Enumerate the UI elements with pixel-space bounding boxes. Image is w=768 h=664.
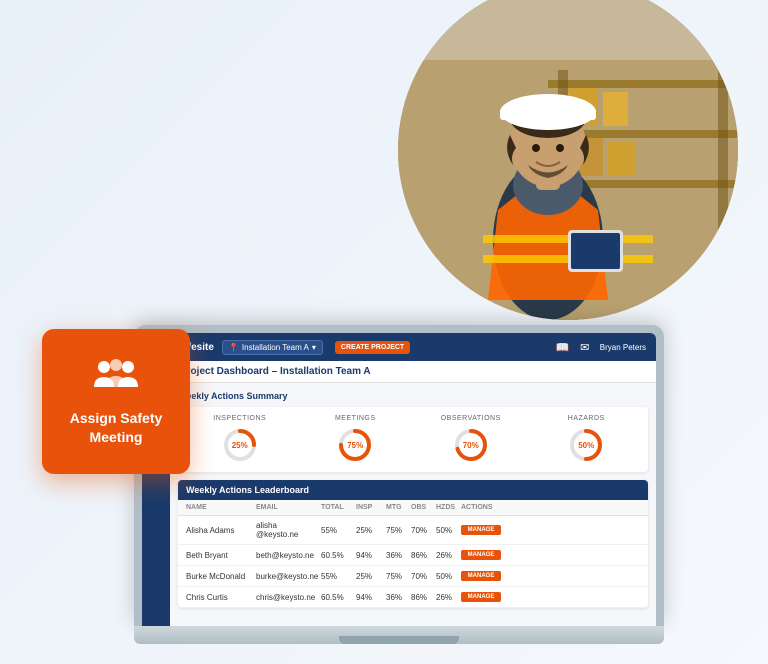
row-email-1: beth@keysto.ne <box>256 551 321 560</box>
summary-section-title: Weekly Actions Summary <box>178 391 648 401</box>
col-total: TOTAL <box>321 504 356 511</box>
card-label-hazards: HAZARDS <box>533 415 641 422</box>
row-insp-1: 94% <box>356 551 386 560</box>
manage-button-0[interactable]: MANAGE <box>461 525 501 535</box>
location-icon: 📍 <box>229 343 239 352</box>
chevron-down-icon: ▾ <box>312 343 316 352</box>
location-text: Installation Team A <box>242 343 309 352</box>
card-text-line2: Meeting <box>90 429 143 445</box>
row-insp-0: 25% <box>356 526 386 535</box>
donut-observations: 70% <box>452 426 490 464</box>
row-total-1: 60.5% <box>321 551 356 560</box>
row-total-3: 60.5% <box>321 593 356 602</box>
row-obs-2: 70% <box>411 572 436 581</box>
summary-card-meetings: MEETINGS 75% <box>302 415 410 464</box>
page-title: Project Dashboard – Installation Team A <box>170 361 656 383</box>
leaderboard: Weekly Actions Leaderboard Name Email TO… <box>178 480 648 608</box>
row-obs-3: 86% <box>411 593 436 602</box>
row-mtg-3: 36% <box>386 593 411 602</box>
col-name: Name <box>186 504 256 511</box>
manage-button-3[interactable]: MANAGE <box>461 592 501 602</box>
assign-safety-meeting-card[interactable]: Assign Safety Meeting <box>42 329 190 474</box>
row-hzds-0: 50% <box>436 526 461 535</box>
row-email-2: burke@keysto.ne <box>256 572 321 581</box>
card-label-inspections: INSPECTIONS <box>186 415 294 422</box>
donut-text-observations: 70% <box>452 426 490 464</box>
col-insp: INSP <box>356 504 386 511</box>
summary-cards: INSPECTIONS 25% <box>178 407 648 472</box>
people-icon <box>92 357 140 401</box>
row-name-2: Burke McDonald <box>186 572 256 581</box>
laptop-screen-inner: S safesite 📍 Installation Team A ▾ CREAT… <box>142 333 656 626</box>
donut-text-inspections: 25% <box>221 426 259 464</box>
row-mtg-0: 75% <box>386 526 411 535</box>
row-email-3: chris@keysto.ne <box>256 593 321 602</box>
col-obs: OBS <box>411 504 436 511</box>
row-obs-1: 86% <box>411 551 436 560</box>
summary-card-hazards: HAZARDS 50% <box>533 415 641 464</box>
worker-image <box>398 0 738 320</box>
location-selector[interactable]: 📍 Installation Team A ▾ <box>222 340 323 355</box>
row-insp-3: 94% <box>356 593 386 602</box>
table-header: Name Email TOTAL INSP MTG OBS HZDS ACTIO… <box>178 500 648 516</box>
row-name-1: Beth Bryant <box>186 551 256 560</box>
donut-hazards: 50% <box>567 426 605 464</box>
donut-inspections: 25% <box>221 426 259 464</box>
row-mtg-1: 36% <box>386 551 411 560</box>
table-row: Beth Bryant beth@keysto.ne 60.5% 94% 36%… <box>178 545 648 566</box>
row-hzds-3: 26% <box>436 593 461 602</box>
create-project-button[interactable]: CREATE PROJECT <box>335 341 410 354</box>
row-hzds-1: 26% <box>436 551 461 560</box>
app-body: ⊞ ≡ ▭ ▦ Project Dashboard – Installation… <box>142 361 656 626</box>
col-hzds: HZDS <box>436 504 461 511</box>
row-obs-0: 70% <box>411 526 436 535</box>
user-name: Bryan Peters <box>600 343 646 352</box>
table-row: Burke McDonald burke@keysto.ne 55% 25% 7… <box>178 566 648 587</box>
summary-card-observations: OBSERVATIONS 70% <box>417 415 525 464</box>
row-total-0: 55% <box>321 526 356 535</box>
row-name-3: Chris Curtis <box>186 593 256 602</box>
main-content: Project Dashboard – Installation Team A … <box>170 361 656 626</box>
donut-text-meetings: 75% <box>336 426 374 464</box>
header-right: 📖 ✉ Bryan Peters <box>556 340 646 354</box>
donut-meetings: 75% <box>336 426 374 464</box>
row-email-0: alisha @keysto.ne <box>256 521 321 539</box>
col-email: Email <box>256 504 321 511</box>
laptop-body: S safesite 📍 Installation Team A ▾ CREAT… <box>134 325 664 644</box>
donut-text-hazards: 50% <box>567 426 605 464</box>
col-actions: ACTIONS <box>461 504 501 511</box>
leaderboard-title: Weekly Actions Leaderboard <box>178 480 648 500</box>
row-total-2: 55% <box>321 572 356 581</box>
row-insp-2: 25% <box>356 572 386 581</box>
table-row: Alisha Adams alisha @keysto.ne 55% 25% 7… <box>178 516 648 545</box>
card-title: Assign Safety Meeting <box>70 409 163 445</box>
row-mtg-2: 75% <box>386 572 411 581</box>
card-label-meetings: MEETINGS <box>302 415 410 422</box>
card-text-line1: Assign Safety <box>70 410 163 426</box>
laptop-base <box>134 626 664 644</box>
row-name-0: Alisha Adams <box>186 526 256 535</box>
summary-card-inspections: INSPECTIONS 25% <box>186 415 294 464</box>
col-mtg: MTG <box>386 504 411 511</box>
manage-button-2[interactable]: MANAGE <box>461 571 501 581</box>
book-icon[interactable]: 📖 <box>556 340 570 354</box>
row-hzds-2: 50% <box>436 572 461 581</box>
manage-button-1[interactable]: MANAGE <box>461 550 501 560</box>
app-header: S safesite 📍 Installation Team A ▾ CREAT… <box>142 333 656 361</box>
content-area: Weekly Actions Summary INSPECTIONS <box>170 383 656 616</box>
card-label-observations: OBSERVATIONS <box>417 415 525 422</box>
table-row: Chris Curtis chris@keysto.ne 60.5% 94% 3… <box>178 587 648 608</box>
laptop-screen-outer: S safesite 📍 Installation Team A ▾ CREAT… <box>134 325 664 626</box>
mail-icon[interactable]: ✉ <box>578 340 592 354</box>
